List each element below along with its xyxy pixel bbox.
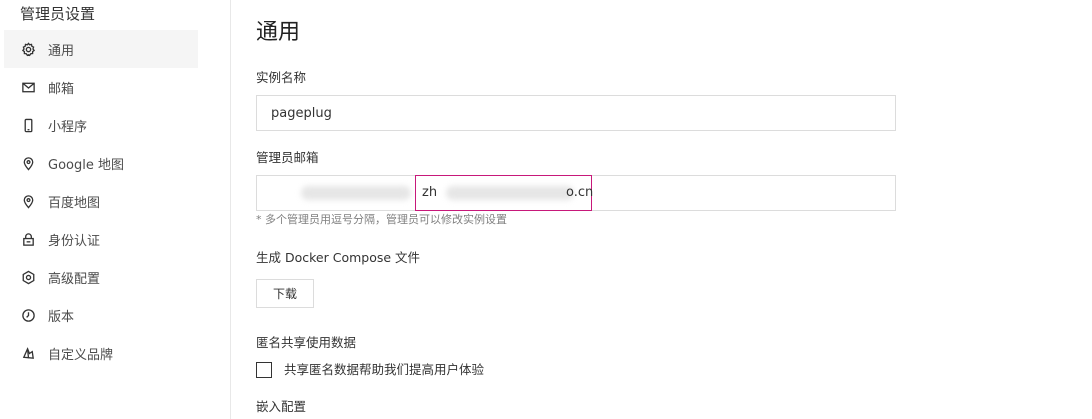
admin-email-hint: * 多个管理员用逗号分隔，管理员可以修改实例设置: [256, 213, 507, 226]
email-value-suffix: o.cn: [566, 185, 594, 200]
hexagon-gear-icon: [20, 269, 36, 285]
instance-name-label: 实例名称: [256, 70, 307, 85]
sidebar-item-email[interactable]: 邮箱: [4, 68, 198, 106]
lock-icon: [20, 231, 36, 247]
sidebar-item-label: Google 地图: [48, 157, 124, 173]
sidebar-item-google-map[interactable]: Google 地图: [4, 144, 198, 182]
main-content: 通用 实例名称 管理员邮箱 zh o.cn * 多个管理员用逗号分隔，管理员可以…: [256, 0, 1076, 419]
sidebar: 管理员设置 通用 邮箱 小程序 Google 地图 百度地图 身份认证 高级配置…: [0, 0, 231, 419]
sidebar-item-label: 身份认证: [48, 233, 101, 249]
sidebar-item-baidu-map[interactable]: 百度地图: [4, 182, 198, 220]
admin-email-focused-entry[interactable]: zh o.cn: [415, 175, 594, 211]
clock-icon: [20, 307, 36, 323]
sidebar-item-label: 高级配置: [48, 271, 101, 287]
mail-icon: [20, 79, 36, 95]
email-value-prefix: zh: [422, 185, 438, 200]
embed-config-label: 嵌入配置: [256, 399, 307, 414]
sidebar-item-custom-brand[interactable]: 自定义品牌: [4, 334, 198, 372]
page-title: 通用: [256, 20, 301, 45]
admin-email-label: 管理员邮箱: [256, 150, 319, 165]
sidebar-item-label: 百度地图: [48, 195, 101, 211]
anonymous-data-checkbox[interactable]: [256, 362, 272, 378]
sidebar-item-label: 自定义品牌: [48, 347, 114, 363]
sidebar-nav: 通用 邮箱 小程序 Google 地图 百度地图 身份认证 高级配置 版本 自定…: [4, 30, 198, 372]
admin-email-input[interactable]: zh o.cn: [256, 175, 896, 211]
anonymous-data-label: 匿名共享使用数据: [256, 335, 357, 350]
admin-settings-page: 管理员设置 通用 邮箱 小程序 Google 地图 百度地图 身份认证 高级配置…: [0, 0, 1092, 419]
location-pin-icon: [20, 155, 36, 171]
download-button[interactable]: 下载: [256, 279, 314, 308]
brand-icon: [20, 345, 36, 361]
sidebar-item-label: 小程序: [48, 119, 88, 135]
gear-icon: [20, 41, 36, 57]
redacted-text: [446, 186, 574, 200]
anonymous-data-option[interactable]: 共享匿名数据帮助我们提高用户体验: [256, 361, 484, 379]
docker-compose-label: 生成 Docker Compose 文件: [256, 250, 421, 265]
sidebar-item-advanced[interactable]: 高级配置: [4, 258, 198, 296]
location-pin-icon: [20, 193, 36, 209]
sidebar-item-version[interactable]: 版本: [4, 296, 198, 334]
sidebar-item-label: 通用: [48, 43, 75, 59]
sidebar-title: 管理员设置: [20, 5, 96, 23]
sidebar-item-label: 版本: [48, 309, 75, 325]
sidebar-item-general[interactable]: 通用: [4, 30, 198, 68]
anonymous-data-checkbox-label: 共享匿名数据帮助我们提高用户体验: [284, 362, 485, 377]
sidebar-item-label: 邮箱: [48, 81, 75, 97]
redacted-text: [301, 186, 411, 200]
instance-name-input[interactable]: [256, 95, 896, 131]
sidebar-item-authentication[interactable]: 身份认证: [4, 220, 198, 258]
sidebar-item-miniprogram[interactable]: 小程序: [4, 106, 198, 144]
mobile-icon: [20, 117, 36, 133]
